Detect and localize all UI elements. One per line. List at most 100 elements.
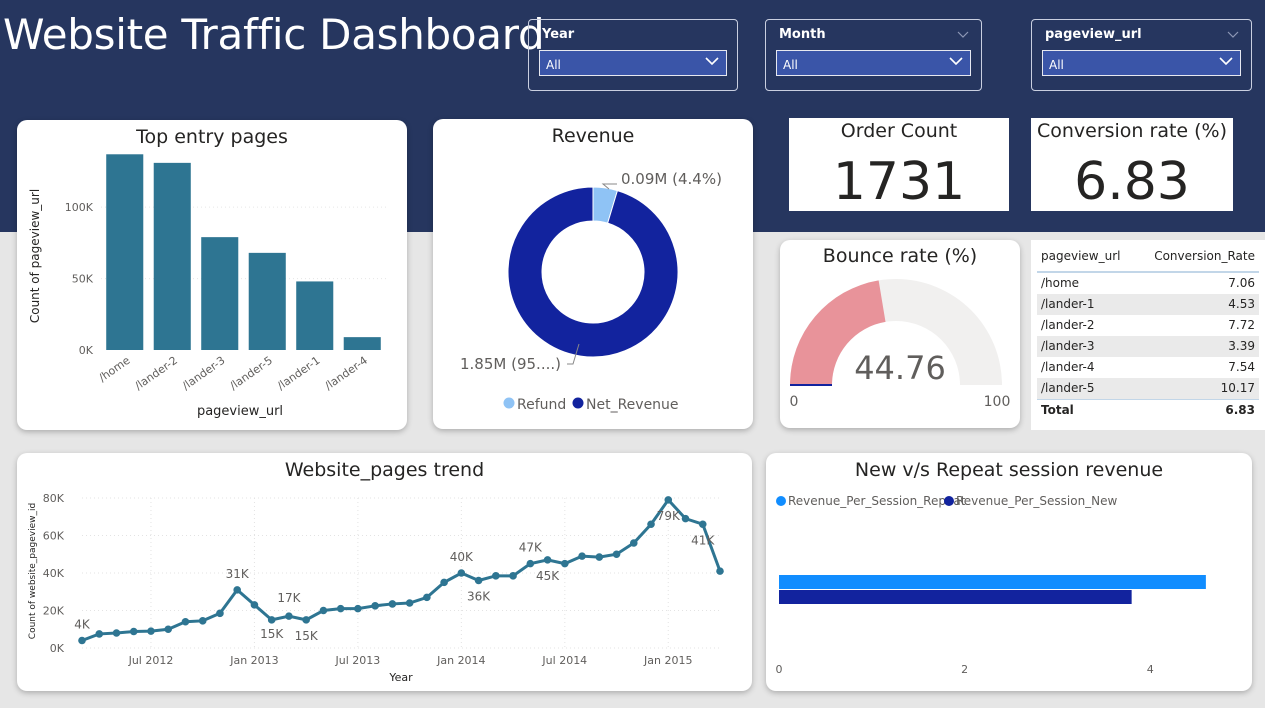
table-cell: 7.54 xyxy=(1228,360,1255,374)
line-point xyxy=(543,556,552,564)
legend-refund-label: Refund xyxy=(517,397,566,413)
bar-x-tick-label: /lander-5 xyxy=(227,354,275,393)
website-pages-trend-card[interactable]: Website_pages trend Count of website_pag… xyxy=(17,453,752,691)
bar-y-axis-label: Count of pageview_url xyxy=(28,189,42,323)
bar-x-tick-label: /lander-2 xyxy=(132,354,180,393)
slicer-pageview-url-dropdown[interactable]: All xyxy=(1042,50,1241,76)
bar-y-tick-label: 0K xyxy=(79,344,94,357)
table-cell: 10.17 xyxy=(1135,378,1259,400)
bounce-rate-card[interactable]: Bounce rate (%) 44.76 0 100 xyxy=(780,240,1020,428)
bar-mark xyxy=(343,337,381,350)
line-series xyxy=(81,497,722,642)
line-data-label: 15K xyxy=(295,629,319,643)
line-point xyxy=(233,586,241,594)
legend-refund-marker xyxy=(503,397,515,409)
chevron-down-icon xyxy=(1219,57,1233,66)
revenue-card[interactable]: Revenue 0.09M (4.4%) 1.85M (95....) Refu… xyxy=(433,119,753,429)
table-row: /home 7.06 xyxy=(1037,272,1259,294)
revenue-donut-chart: 0.09M (4.4%) 1.85M (95....) Refund Net_R… xyxy=(460,170,722,413)
bar-x-axis-label: pageview_url xyxy=(197,404,283,419)
gauge-min-label: 0 xyxy=(790,394,799,410)
line-point xyxy=(440,578,448,587)
slicer-year-dropdown[interactable]: All xyxy=(539,50,727,76)
table-header-conversion-rate[interactable]: Conversion_Rate xyxy=(1135,248,1259,273)
line-point xyxy=(561,559,569,568)
line-point xyxy=(578,552,586,560)
conversion-rate-value: 6.83 xyxy=(1074,152,1190,212)
line-point xyxy=(371,602,379,610)
line-data-label: 15K xyxy=(260,627,284,641)
line-data-label: 31K xyxy=(226,567,250,581)
slicer-month[interactable]: Month All xyxy=(765,19,982,91)
slicer-month-value: All xyxy=(783,58,798,72)
line-point xyxy=(388,600,397,608)
bar-y-tick-label: 100K xyxy=(65,201,94,214)
line-point xyxy=(112,629,121,637)
line-data-label: 47K xyxy=(519,541,543,555)
bar-x-tick-label: /home xyxy=(96,354,132,385)
table-cell: 3.39 xyxy=(1135,336,1259,357)
line-data-label: 40K xyxy=(450,550,474,564)
line-data-label: 17K xyxy=(277,591,301,605)
bar-mark xyxy=(201,237,239,350)
conversion-rate-table[interactable]: pageview_url Conversion_Rate /home 7.06 /… xyxy=(1031,240,1265,430)
legend-repeat-label: Revenue_Per_Session_Repeat xyxy=(788,494,966,508)
slicer-month-dropdown[interactable]: All xyxy=(776,50,971,76)
table-cell: /lander-4 xyxy=(1041,360,1095,374)
line-y-tick-label: 80K xyxy=(43,492,65,505)
conversion-rate-card: Conversion rate (%) 6.83 xyxy=(1031,118,1233,212)
slicer-year-label: Year xyxy=(542,27,575,42)
chevron-down-icon xyxy=(957,31,969,38)
conversion-rate-title: Conversion rate (%) xyxy=(1036,120,1228,142)
table-cell: /lander-3 xyxy=(1037,336,1136,357)
line-point xyxy=(250,601,259,609)
table-row: /lander-2 7.72 xyxy=(1037,315,1259,336)
new-vs-repeat-chart: Revenue_Per_Session_Repeat Revenue_Per_S… xyxy=(776,494,1206,676)
table-row: /lander-4 7.54 xyxy=(1037,357,1259,378)
bar-mark xyxy=(296,281,334,350)
line-point xyxy=(147,627,155,635)
line-point xyxy=(492,572,500,580)
table-total-row: Total 6.83 xyxy=(1037,399,1259,421)
line-x-tick-label: Jul 2013 xyxy=(335,654,381,667)
line-point xyxy=(319,606,328,615)
line-x-tick-label: Jul 2012 xyxy=(128,654,174,667)
slicer-year[interactable]: Year All xyxy=(528,19,738,91)
new-vs-repeat-card[interactable]: New v/s Repeat session revenue Revenue_P… xyxy=(766,453,1252,691)
top-entry-pages-card[interactable]: Top entry pages Count of pageview_url pa… xyxy=(17,120,407,430)
table-row: /lander-5 10.17 xyxy=(1037,378,1259,400)
order-count-value: 1731 xyxy=(832,152,966,212)
table-cell: 6.83 xyxy=(1135,399,1259,421)
line-x-tick-label: Jan 2015 xyxy=(643,654,692,667)
bar-y-tick-label: 50K xyxy=(72,273,94,286)
line-point xyxy=(716,567,724,575)
bar-mark xyxy=(106,154,144,350)
table-cell: 4.53 xyxy=(1135,294,1259,315)
line-point xyxy=(198,617,207,625)
table-cell: Total xyxy=(1037,399,1136,421)
line-point xyxy=(612,550,621,559)
line-point xyxy=(78,636,86,645)
page-title: Website Traffic Dashboard xyxy=(3,10,545,59)
bounce-rate-gauge: 44.76 0 100 xyxy=(790,279,1010,410)
chevron-down-icon xyxy=(949,57,963,66)
line-point xyxy=(629,539,638,547)
table-header-pageview-url[interactable]: pageview_url xyxy=(1037,248,1136,273)
table-cell: /lander-2 xyxy=(1041,318,1095,332)
top-entry-pages-chart: Count of pageview_url pageview_url 0K 50K… xyxy=(28,154,386,419)
line-point xyxy=(647,520,655,529)
legend-new-label: Revenue_Per_Session_New xyxy=(956,494,1118,508)
line-point xyxy=(457,569,466,577)
bar-mark xyxy=(153,162,191,350)
table-row: /lander-1 4.53 xyxy=(1037,294,1259,315)
slicer-pageview-url[interactable]: pageview_url All xyxy=(1031,19,1252,91)
slicer-month-label: Month xyxy=(779,27,826,42)
line-y-tick-label: 60K xyxy=(43,530,65,543)
line-point xyxy=(526,559,535,568)
table-cell: 7.72 xyxy=(1228,318,1255,332)
line-data-label: 4K xyxy=(74,618,91,632)
slicer-pageview-url-label: pageview_url xyxy=(1045,27,1142,42)
line-point xyxy=(129,627,138,636)
hbar-x-tick-label: 2 xyxy=(961,663,968,676)
table-cell: /home xyxy=(1041,276,1080,290)
